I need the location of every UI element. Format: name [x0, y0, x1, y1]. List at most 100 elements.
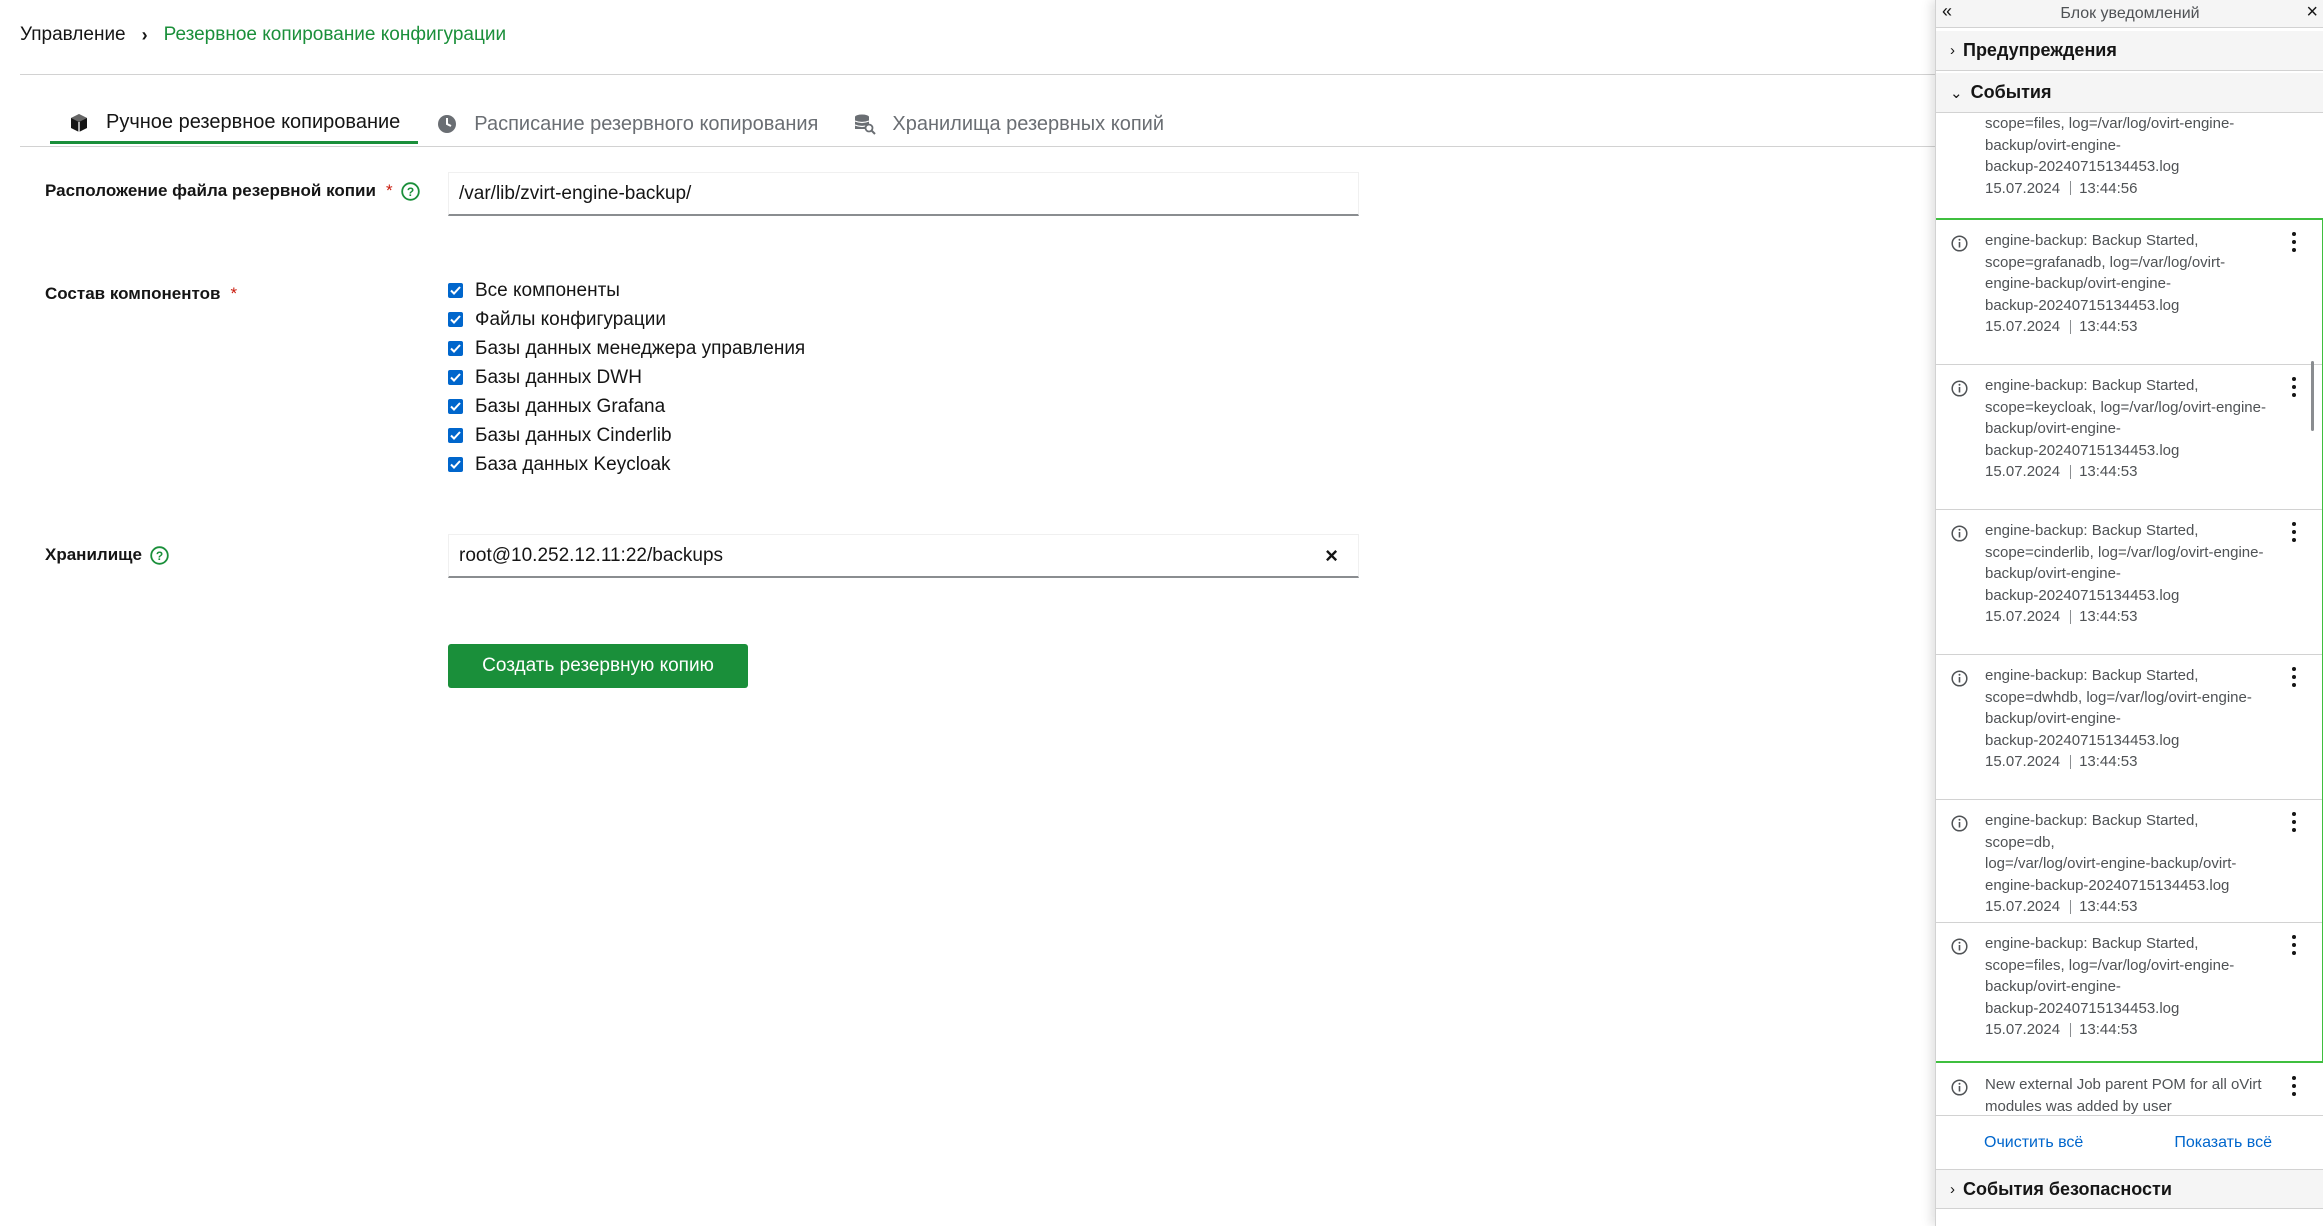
checkbox-label: Базы данных DWH: [475, 366, 642, 388]
notification-item[interactable]: engine-backup: Backup Started, scope=fil…: [1936, 923, 2322, 1061]
storage-label: Хранилище ?: [45, 545, 169, 565]
notification-item[interactable]: engine-backup: Backup Started, scope=gra…: [1936, 220, 2322, 365]
event-date: 15.07.2024: [1985, 1021, 2061, 1038]
group-events[interactable]: ⌄ События: [1936, 73, 2323, 113]
event-line: engine-backup: Backup Started,: [1985, 935, 2199, 952]
event-line: engine-backup: Backup Started, scope=db,: [1985, 812, 2199, 851]
event-time: 13:44:53: [2079, 608, 2138, 625]
clear-icon[interactable]: ×: [1325, 543, 1338, 569]
checkbox-checked-icon[interactable]: [448, 457, 463, 472]
storage-select[interactable]: root@10.252.12.11:22/backups ×: [448, 534, 1359, 578]
breadcrumb-root[interactable]: Управление: [20, 24, 126, 46]
scrollbar[interactable]: [2311, 361, 2314, 431]
event-line: backup-20240715134453.log: [1985, 999, 2180, 1017]
event-line: backup-20240715134453.log: [1985, 731, 2180, 749]
kebab-menu-icon[interactable]: [2288, 377, 2300, 397]
component-checkbox-config-files[interactable]: Файлы конфигурации: [448, 305, 805, 334]
notification-message: engine-backup: Backup Started, scope=db,…: [1985, 810, 2270, 918]
event-date: 15.07.2024: [1985, 318, 2061, 335]
group-label: Предупреждения: [1963, 40, 2117, 60]
checkbox-checked-icon[interactable]: [448, 312, 463, 327]
checkbox-label: Все компоненты: [475, 279, 620, 301]
event-time: 13:44:53: [2079, 318, 2138, 335]
checkbox-checked-icon[interactable]: [448, 399, 463, 414]
event-line: backup/ovirt-engine-: [1985, 420, 2121, 437]
component-checkbox-all[interactable]: Все компоненты: [448, 276, 805, 305]
required-mark: *: [385, 181, 393, 200]
notification-item[interactable]: engine-backup: Backup Started, scope=cin…: [1936, 510, 2322, 655]
notification-item[interactable]: engine-backup: Backup Started, scope=key…: [1936, 365, 2322, 510]
notification-message: engine-backup: Backup Started, scope=key…: [1985, 375, 2270, 483]
checkbox-checked-icon[interactable]: [448, 283, 463, 298]
tab-label: Ручное резервное копирование: [106, 111, 401, 133]
notification-item[interactable]: engine-backup: Backup Started, scope=db,…: [1936, 800, 2322, 923]
drawer-title: Блок уведомлений: [2060, 5, 2200, 22]
notification-message: engine-backup: Backup Started, scope=cin…: [1985, 520, 2270, 628]
components-label-text: Состав компонентов: [45, 284, 221, 303]
kebab-menu-icon[interactable]: [2288, 232, 2300, 252]
info-icon: [1951, 235, 1968, 257]
components-checkbox-group: Все компоненты Файлы конфигурации Базы д…: [448, 276, 805, 479]
event-time: 13:44:53: [2079, 463, 2138, 480]
event-line: New external Job parent POM for all oVir…: [1985, 1076, 2262, 1093]
event-line: backup-20240715134453.log: [1985, 158, 2180, 175]
event-line: scope=keycloak, log=/var/log/ovirt-engin…: [1985, 398, 2266, 416]
tab-backup-schedule[interactable]: Расписание резервного копирования: [418, 104, 836, 144]
event-timestamp: 15.07.2024 13:44:53: [1985, 1019, 2270, 1041]
divider: [20, 146, 1935, 147]
component-checkbox-keycloak-db[interactable]: База данных Keycloak: [448, 450, 805, 479]
kebab-menu-icon[interactable]: [2288, 522, 2300, 542]
kebab-menu-icon[interactable]: [2288, 935, 2300, 955]
notification-item[interactable]: New external Job parent POM for all oVir…: [1936, 1064, 2322, 1115]
help-icon[interactable]: ?: [400, 181, 420, 201]
event-timestamp: 15.07.2024 13:44:53: [1985, 751, 2270, 773]
event-line: scope=cinderlib, log=/var/log/ovirt-engi…: [1985, 543, 2264, 561]
component-checkbox-manager-db[interactable]: Базы данных менеджера управления: [448, 334, 805, 363]
event-line: engine-backup/ovirt-engine-: [1985, 275, 2171, 292]
event-date: 15.07.2024: [1985, 898, 2061, 915]
checkbox-checked-icon[interactable]: [448, 428, 463, 443]
backup-location-input[interactable]: /var/lib/zvirt-engine-backup/: [448, 172, 1359, 216]
notification-message: engine-backup: Backup Started, scope=dwh…: [1985, 665, 2270, 773]
component-checkbox-grafana-db[interactable]: Базы данных Grafana: [448, 392, 805, 421]
event-line: modules was added by user: [1985, 1097, 2172, 1115]
breadcrumb-current: Резервное копирование конфигурации: [163, 24, 507, 45]
tab-label: Расписание резервного копирования: [474, 112, 819, 135]
checkbox-label: Базы данных менеджера управления: [475, 337, 806, 359]
kebab-menu-icon[interactable]: [2288, 812, 2300, 832]
kebab-menu-icon[interactable]: [2288, 667, 2300, 687]
event-time: 13:44:56: [2079, 179, 2138, 197]
group-security-events[interactable]: › События безопасности: [1936, 1169, 2323, 1209]
event-date: 15.07.2024: [1985, 753, 2061, 770]
checkbox-checked-icon[interactable]: [448, 370, 463, 385]
divider: [20, 74, 1935, 75]
chevron-right-icon: ›: [1950, 1180, 1955, 1198]
required-mark: *: [230, 284, 238, 303]
close-icon[interactable]: ×: [2306, 1, 2318, 24]
event-line: engine-backup: Backup Started,: [1985, 232, 2199, 249]
event-timestamp: 15.07.2024 13:44:53: [1985, 461, 2270, 483]
help-icon[interactable]: ?: [150, 545, 169, 565]
checkbox-checked-icon[interactable]: [448, 341, 463, 356]
drawer-header: « Блок уведомлений ×: [1936, 0, 2323, 28]
event-line: backup/ovirt-engine-: [1985, 565, 2121, 582]
event-line: scope=files, log=/var/log/ovirt-engine-: [1985, 115, 2235, 132]
storage-value: root@10.252.12.11:22/backups: [459, 544, 724, 566]
group-label: События безопасности: [1963, 1178, 2172, 1199]
component-checkbox-cinderlib-db[interactable]: Базы данных Cinderlib: [448, 421, 805, 450]
component-checkbox-dwh-db[interactable]: Базы данных DWH: [448, 363, 805, 392]
event-time: 13:44:53: [2079, 753, 2138, 770]
clear-all-link[interactable]: Очистить всё: [1984, 1134, 2083, 1152]
notification-drawer: « Блок уведомлений × › Предупреждения ⌄ …: [1935, 0, 2323, 1226]
create-backup-button[interactable]: Создать резервную копию: [448, 644, 748, 688]
show-all-link[interactable]: Показать всё: [2174, 1134, 2272, 1152]
tab-manual-backup[interactable]: Ручное резервное копирование: [50, 104, 419, 144]
event-timestamp: 15.07.2024 13:44:53: [1985, 606, 2270, 628]
notification-message: engine-backup: Backup Started, scope=fil…: [1985, 933, 2270, 1041]
notification-item[interactable]: engine-backup: Backup Started, scope=dwh…: [1936, 655, 2322, 800]
group-warnings[interactable]: › Предупреждения: [1936, 31, 2323, 71]
tab-backup-storages[interactable]: Хранилища резервных копий: [836, 104, 1182, 144]
kebab-menu-icon[interactable]: [2288, 1076, 2300, 1096]
event-date: 15.07.2024: [1985, 463, 2061, 480]
svg-text:?: ?: [406, 185, 413, 199]
